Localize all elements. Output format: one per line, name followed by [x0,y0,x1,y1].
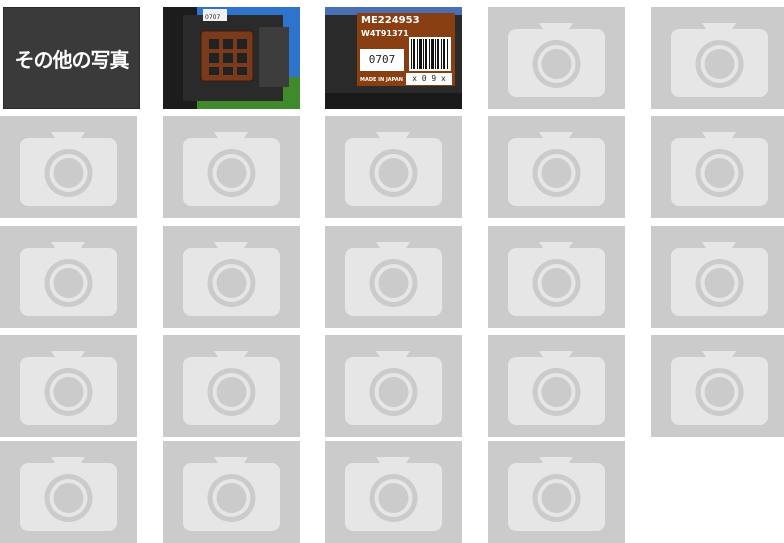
barcode-icon [409,37,451,71]
photo-placeholder[interactable] [0,226,137,328]
camera-icon [345,351,442,425]
photo-placeholder[interactable] [325,116,462,218]
photo-placeholder[interactable] [163,441,300,543]
photo-placeholder[interactable] [651,226,784,328]
photo-placeholder[interactable] [488,441,625,543]
serial-number: W4T91371 [361,29,409,38]
camera-icon [671,242,768,316]
lot-code: x 0 9 x [406,73,452,85]
camera-icon [671,351,768,425]
photo-thumbnail-connector[interactable]: 0707 [163,7,300,109]
photo-placeholder[interactable] [0,335,137,437]
photo-placeholder[interactable] [325,441,462,543]
camera-icon [183,457,280,531]
photo-placeholder[interactable] [163,116,300,218]
camera-icon [345,132,442,206]
part-code: 0707 [360,49,404,71]
camera-icon [20,242,117,316]
camera-icon [20,457,117,531]
photo-thumbnail-label[interactable]: ME224953 W4T91371 0707 MADE IN JAPAN x 0… [325,7,462,109]
camera-icon [508,132,605,206]
camera-icon [345,242,442,316]
photo-placeholder[interactable] [651,335,784,437]
photo-placeholder[interactable] [325,335,462,437]
camera-icon [671,132,768,206]
camera-icon [20,132,117,206]
photo-placeholder[interactable] [325,226,462,328]
photo-placeholder[interactable] [488,335,625,437]
photo-placeholder[interactable] [651,7,784,109]
photo-placeholder[interactable] [163,226,300,328]
camera-icon [183,132,280,206]
camera-icon [183,242,280,316]
made-in-label: MADE IN JAPAN [360,77,403,83]
camera-icon [345,457,442,531]
photo-placeholder[interactable] [488,116,625,218]
other-photos-button[interactable]: その他の写真 [3,7,140,109]
camera-icon [508,351,605,425]
photo-placeholder[interactable] [651,116,784,218]
camera-icon [183,351,280,425]
camera-icon [508,242,605,316]
camera-icon [671,23,768,97]
photo-placeholder[interactable] [0,116,137,218]
camera-icon [508,457,605,531]
photo-placeholder[interactable] [488,226,625,328]
part-number: ME224953 [361,15,420,26]
connector-photo: 0707 [163,7,300,109]
photo-placeholder[interactable] [163,335,300,437]
part-label: ME224953 W4T91371 0707 MADE IN JAPAN x 0… [357,13,455,86]
other-photos-label: その他の写真 [14,47,130,72]
camera-icon [20,351,117,425]
connector-label-text: 0707 [205,14,220,21]
photo-placeholder[interactable] [0,441,137,543]
photo-placeholder[interactable] [488,7,625,109]
camera-icon [508,23,605,97]
